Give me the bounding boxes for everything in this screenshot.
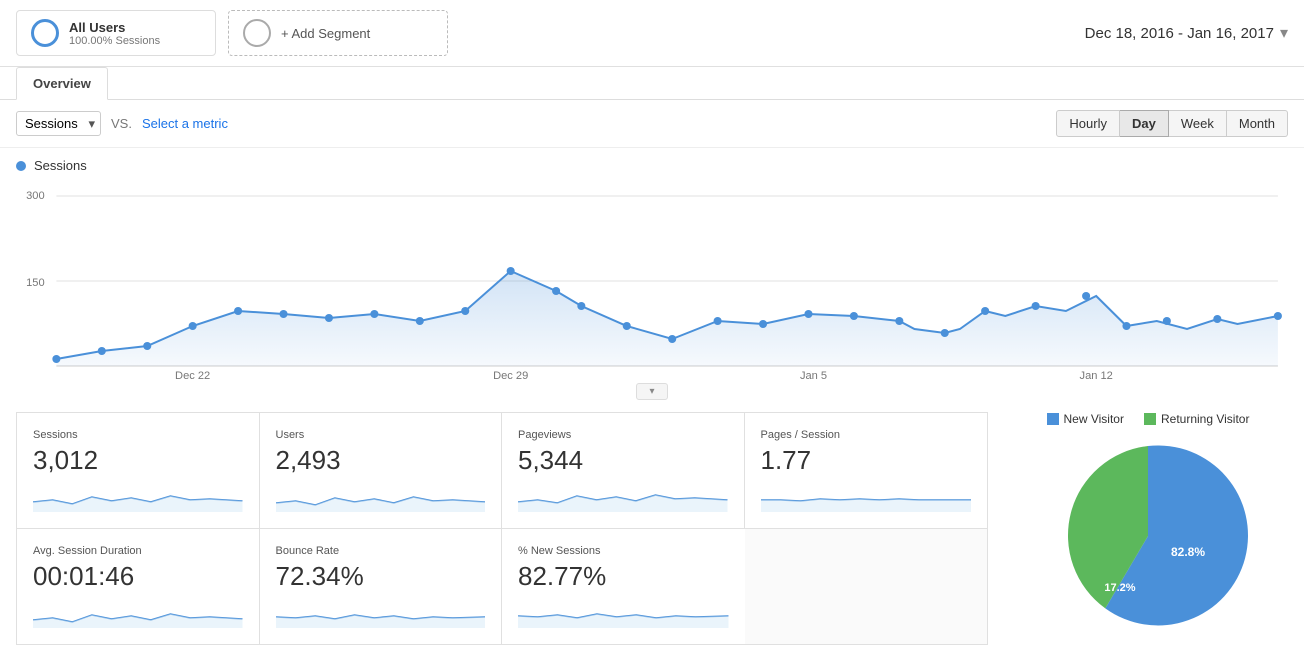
vs-label: VS.: [111, 116, 132, 131]
returning-visitor-legend-color: [1144, 413, 1156, 425]
stats-section: Sessions 3,012 Users 2,493 Pageviews 5,3: [0, 412, 1304, 645]
svg-text:150: 150: [26, 277, 45, 289]
collapse-arrow-icon[interactable]: ▾: [636, 383, 667, 400]
stat-avg-session: Avg. Session Duration 00:01:46: [17, 529, 260, 644]
stat-pageviews-sparkline: [518, 482, 728, 512]
svg-text:Dec 22: Dec 22: [175, 370, 210, 381]
stat-users-value: 2,493: [276, 445, 486, 476]
stat-pageviews-label: Pageviews: [518, 429, 728, 441]
date-range-text: Dec 18, 2016 - Jan 16, 2017: [1085, 25, 1274, 42]
stat-avg-session-label: Avg. Session Duration: [33, 545, 243, 557]
add-segment-icon: [243, 19, 271, 47]
time-buttons: Hourly Day Week Month: [1056, 110, 1288, 137]
stat-new-sessions: % New Sessions 82.77%: [502, 529, 745, 644]
svg-text:17.2%: 17.2%: [1104, 582, 1135, 594]
header-segments: All Users 100.00% Sessions + Add Segment: [16, 10, 448, 56]
segment-info: All Users 100.00% Sessions: [69, 20, 160, 47]
stat-new-sessions-sparkline: [518, 598, 729, 628]
stat-avg-session-sparkline: [33, 598, 243, 628]
stat-users-label: Users: [276, 429, 486, 441]
time-btn-week[interactable]: Week: [1169, 110, 1227, 137]
pie-chart: 82.8% 17.2%: [1048, 436, 1248, 636]
stat-sessions-label: Sessions: [33, 429, 243, 441]
svg-text:300: 300: [26, 190, 45, 202]
stat-sessions: Sessions 3,012: [17, 413, 260, 529]
date-range[interactable]: Dec 18, 2016 - Jan 16, 2017 ▾: [1085, 23, 1288, 43]
svg-text:Jan 12: Jan 12: [1080, 370, 1113, 381]
new-visitor-legend-color: [1047, 413, 1059, 425]
stat-pages-per-session-value: 1.77: [761, 445, 972, 476]
stat-bounce-rate: Bounce Rate 72.34%: [260, 529, 503, 644]
sessions-legend-label: Sessions: [34, 158, 87, 173]
stat-new-sessions-label: % New Sessions: [518, 545, 729, 557]
time-btn-day[interactable]: Day: [1120, 110, 1169, 137]
metric-select-wrapper[interactable]: Sessions: [16, 111, 101, 136]
chart-area: Sessions 300 150: [0, 148, 1304, 402]
segment-title: All Users: [69, 20, 160, 35]
tabs-bar: Overview: [0, 67, 1304, 100]
stat-avg-session-value: 00:01:46: [33, 561, 243, 592]
add-segment-button[interactable]: + Add Segment: [228, 10, 448, 56]
stat-bounce-rate-sparkline: [276, 598, 486, 628]
visitor-pie-section: New Visitor Returning Visitor 82.8% 17.2…: [988, 412, 1288, 645]
svg-text:82.8%: 82.8%: [1171, 545, 1205, 559]
stat-pages-per-session: Pages / Session 1.77: [745, 413, 988, 529]
toolbar-left: Sessions VS. Select a metric: [16, 111, 228, 136]
new-visitor-legend-label: New Visitor: [1064, 412, 1124, 426]
all-users-segment[interactable]: All Users 100.00% Sessions: [16, 10, 216, 56]
stat-users: Users 2,493: [260, 413, 503, 529]
segment-icon: [31, 19, 59, 47]
stat-pages-per-session-sparkline: [761, 482, 972, 512]
stat-sessions-value: 3,012: [33, 445, 243, 476]
svg-text:Dec 29: Dec 29: [493, 370, 528, 381]
returning-visitor-legend-label: Returning Visitor: [1161, 412, 1250, 426]
stat-bounce-rate-value: 72.34%: [276, 561, 486, 592]
tab-overview[interactable]: Overview: [16, 67, 108, 100]
add-segment-label: + Add Segment: [281, 26, 370, 41]
stat-pageviews-value: 5,344: [518, 445, 728, 476]
stat-sessions-sparkline: [33, 482, 243, 512]
stat-users-sparkline: [276, 482, 486, 512]
stat-new-sessions-value: 82.77%: [518, 561, 729, 592]
select-metric-link[interactable]: Select a metric: [142, 116, 228, 131]
date-range-arrow: ▾: [1280, 23, 1288, 43]
chart-container: 300 150: [16, 181, 1288, 381]
time-btn-month[interactable]: Month: [1227, 110, 1288, 137]
svg-text:Jan 5: Jan 5: [800, 370, 827, 381]
stat-bounce-rate-label: Bounce Rate: [276, 545, 486, 557]
chart-collapse[interactable]: ▾: [16, 381, 1288, 402]
segment-subtitle: 100.00% Sessions: [69, 35, 160, 47]
returning-visitor-legend: Returning Visitor: [1144, 412, 1250, 426]
pie-legend: New Visitor Returning Visitor: [1047, 412, 1250, 426]
metric-select[interactable]: Sessions: [16, 111, 101, 136]
stats-grid: Sessions 3,012 Users 2,493 Pageviews 5,3: [16, 412, 988, 645]
chart-svg: 300 150: [16, 181, 1288, 381]
header: All Users 100.00% Sessions + Add Segment…: [0, 0, 1304, 67]
toolbar: Sessions VS. Select a metric Hourly Day …: [0, 100, 1304, 148]
stat-pageviews: Pageviews 5,344: [502, 413, 745, 529]
new-visitor-legend: New Visitor: [1047, 412, 1124, 426]
time-btn-hourly[interactable]: Hourly: [1056, 110, 1120, 137]
sessions-legend-dot: [16, 161, 26, 171]
stat-empty: [745, 529, 988, 644]
chart-legend: Sessions: [16, 158, 1288, 173]
stat-pages-per-session-label: Pages / Session: [761, 429, 972, 441]
